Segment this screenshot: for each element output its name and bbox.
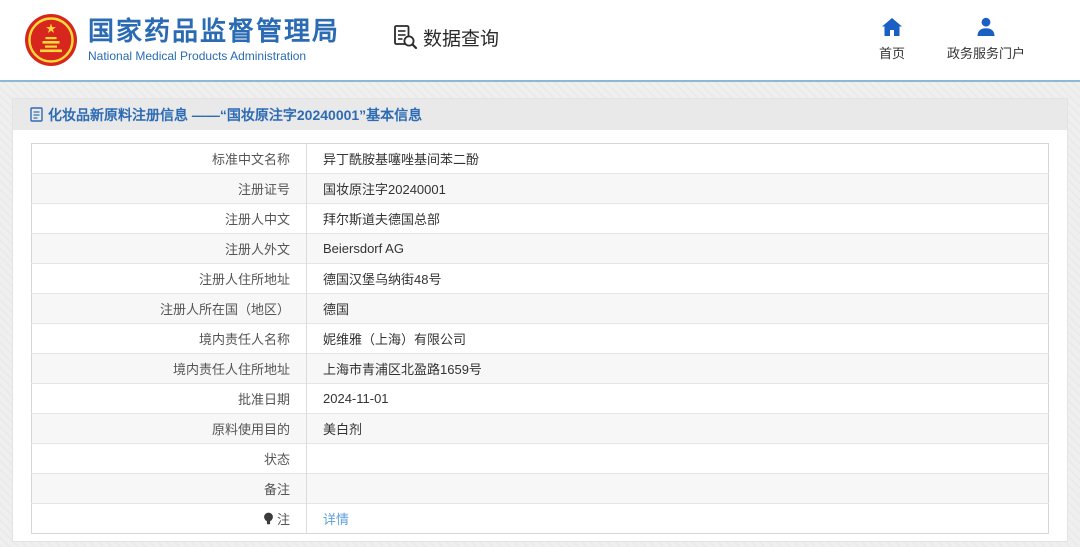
- table-row: 标准中文名称 异丁酰胺基噻唑基间苯二酚: [32, 144, 1049, 174]
- row-value: 异丁酰胺基噻唑基间苯二酚: [307, 144, 1049, 174]
- table-row: 原料使用目的 美白剂: [32, 414, 1049, 444]
- nav-home-label: 首页: [879, 43, 905, 62]
- nav-data-query[interactable]: 数据查询: [392, 24, 499, 51]
- row-label: 注: [32, 504, 307, 534]
- national-emblem-logo: [25, 14, 77, 66]
- row-label: 备注: [32, 474, 307, 504]
- row-label: 注册证号: [32, 174, 307, 204]
- person-icon: [975, 17, 997, 37]
- home-icon: [881, 17, 903, 37]
- header-nav: 首页 政务服务门户: [879, 17, 1025, 62]
- org-name-cn: 国家药品监督管理局: [88, 17, 340, 46]
- brand-text: 国家药品监督管理局 National Medical Products Admi…: [88, 17, 340, 63]
- row-value: [307, 444, 1049, 474]
- row-label: 批准日期: [32, 384, 307, 414]
- page-title: 化妆品新原料注册信息 ——“国妆原注字20240001”基本信息: [48, 105, 422, 125]
- row-value: 详情: [307, 504, 1049, 534]
- table-row: 注册人所在国（地区） 德国: [32, 294, 1049, 324]
- row-label: 境内责任人住所地址: [32, 354, 307, 384]
- detail-link[interactable]: 详情: [323, 512, 349, 527]
- row-value: [307, 474, 1049, 504]
- panel-titlebar: 化妆品新原料注册信息 ——“国妆原注字20240001”基本信息: [13, 99, 1067, 130]
- row-value: 上海市青浦区北盈路1659号: [307, 354, 1049, 384]
- note-label: 注: [277, 509, 290, 528]
- row-label: 境内责任人名称: [32, 324, 307, 354]
- site-header: 国家药品监督管理局 National Medical Products Admi…: [0, 0, 1080, 82]
- content-panel: 化妆品新原料注册信息 ——“国妆原注字20240001”基本信息 标准中文名称 …: [12, 98, 1068, 542]
- row-value: 2024-11-01: [307, 384, 1049, 414]
- org-name-en: National Medical Products Administration: [88, 49, 340, 63]
- table-row: 注册人中文 拜尔斯道夫德国总部: [32, 204, 1049, 234]
- document-magnifier-icon: [392, 24, 418, 50]
- brand: 国家药品监督管理局 National Medical Products Admi…: [25, 14, 340, 66]
- row-label: 原料使用目的: [32, 414, 307, 444]
- row-label: 注册人外文: [32, 234, 307, 264]
- row-label: 标准中文名称: [32, 144, 307, 174]
- table-row: 注册证号 国妆原注字20240001: [32, 174, 1049, 204]
- document-icon: [30, 107, 43, 122]
- nav-portal-label: 政务服务门户: [947, 43, 1025, 62]
- table-row: 备注: [32, 474, 1049, 504]
- row-value: 国妆原注字20240001: [307, 174, 1049, 204]
- row-label: 注册人中文: [32, 204, 307, 234]
- table-row: 境内责任人名称 妮维雅（上海）有限公司: [32, 324, 1049, 354]
- row-value: 美白剂: [307, 414, 1049, 444]
- data-query-label: 数据查询: [423, 24, 499, 51]
- registration-info-table: 标准中文名称 异丁酰胺基噻唑基间苯二酚 注册证号 国妆原注字20240001 注…: [31, 143, 1049, 534]
- row-label: 注册人住所地址: [32, 264, 307, 294]
- row-label: 状态: [32, 444, 307, 474]
- row-value: 妮维雅（上海）有限公司: [307, 324, 1049, 354]
- row-label: 注册人所在国（地区）: [32, 294, 307, 324]
- nav-home[interactable]: 首页: [879, 17, 905, 62]
- nav-portal[interactable]: 政务服务门户: [947, 17, 1025, 62]
- table-row: 注册人住所地址 德国汉堡乌纳街48号: [32, 264, 1049, 294]
- table-row: 批准日期 2024-11-01: [32, 384, 1049, 414]
- row-value: 德国: [307, 294, 1049, 324]
- table-row: 状态: [32, 444, 1049, 474]
- bulb-icon: [263, 512, 274, 525]
- row-value: 德国汉堡乌纳街48号: [307, 264, 1049, 294]
- row-value: Beiersdorf AG: [307, 234, 1049, 264]
- table-row-note: 注 详情: [32, 504, 1049, 534]
- table-row: 注册人外文 Beiersdorf AG: [32, 234, 1049, 264]
- table-row: 境内责任人住所地址 上海市青浦区北盈路1659号: [32, 354, 1049, 384]
- row-value: 拜尔斯道夫德国总部: [307, 204, 1049, 234]
